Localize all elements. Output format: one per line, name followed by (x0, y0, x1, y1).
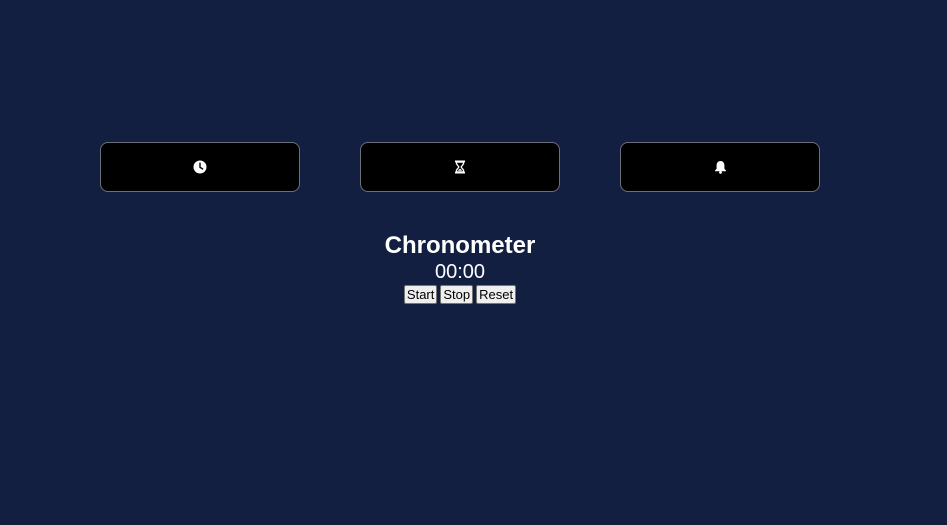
alarm-mode-button[interactable] (620, 142, 820, 192)
chronometer-title: Chronometer (384, 232, 536, 259)
app-page: Chronometer 00:00 Start Stop Reset (0, 0, 947, 525)
reset-button[interactable]: Reset (476, 285, 517, 304)
stop-button[interactable]: Stop (440, 285, 474, 304)
start-button[interactable]: Start (403, 285, 438, 304)
chronometer-controls: Start Stop Reset (0, 285, 920, 304)
clock-icon (193, 160, 207, 174)
timer-mode-button[interactable] (360, 142, 560, 192)
chronometer-panel: Chronometer 00:00 Start Stop Reset (0, 232, 920, 304)
bell-icon (714, 160, 727, 174)
chronometer-display: 00:00 (434, 261, 486, 283)
clock-mode-button[interactable] (100, 142, 300, 192)
hourglass-icon (454, 160, 466, 174)
